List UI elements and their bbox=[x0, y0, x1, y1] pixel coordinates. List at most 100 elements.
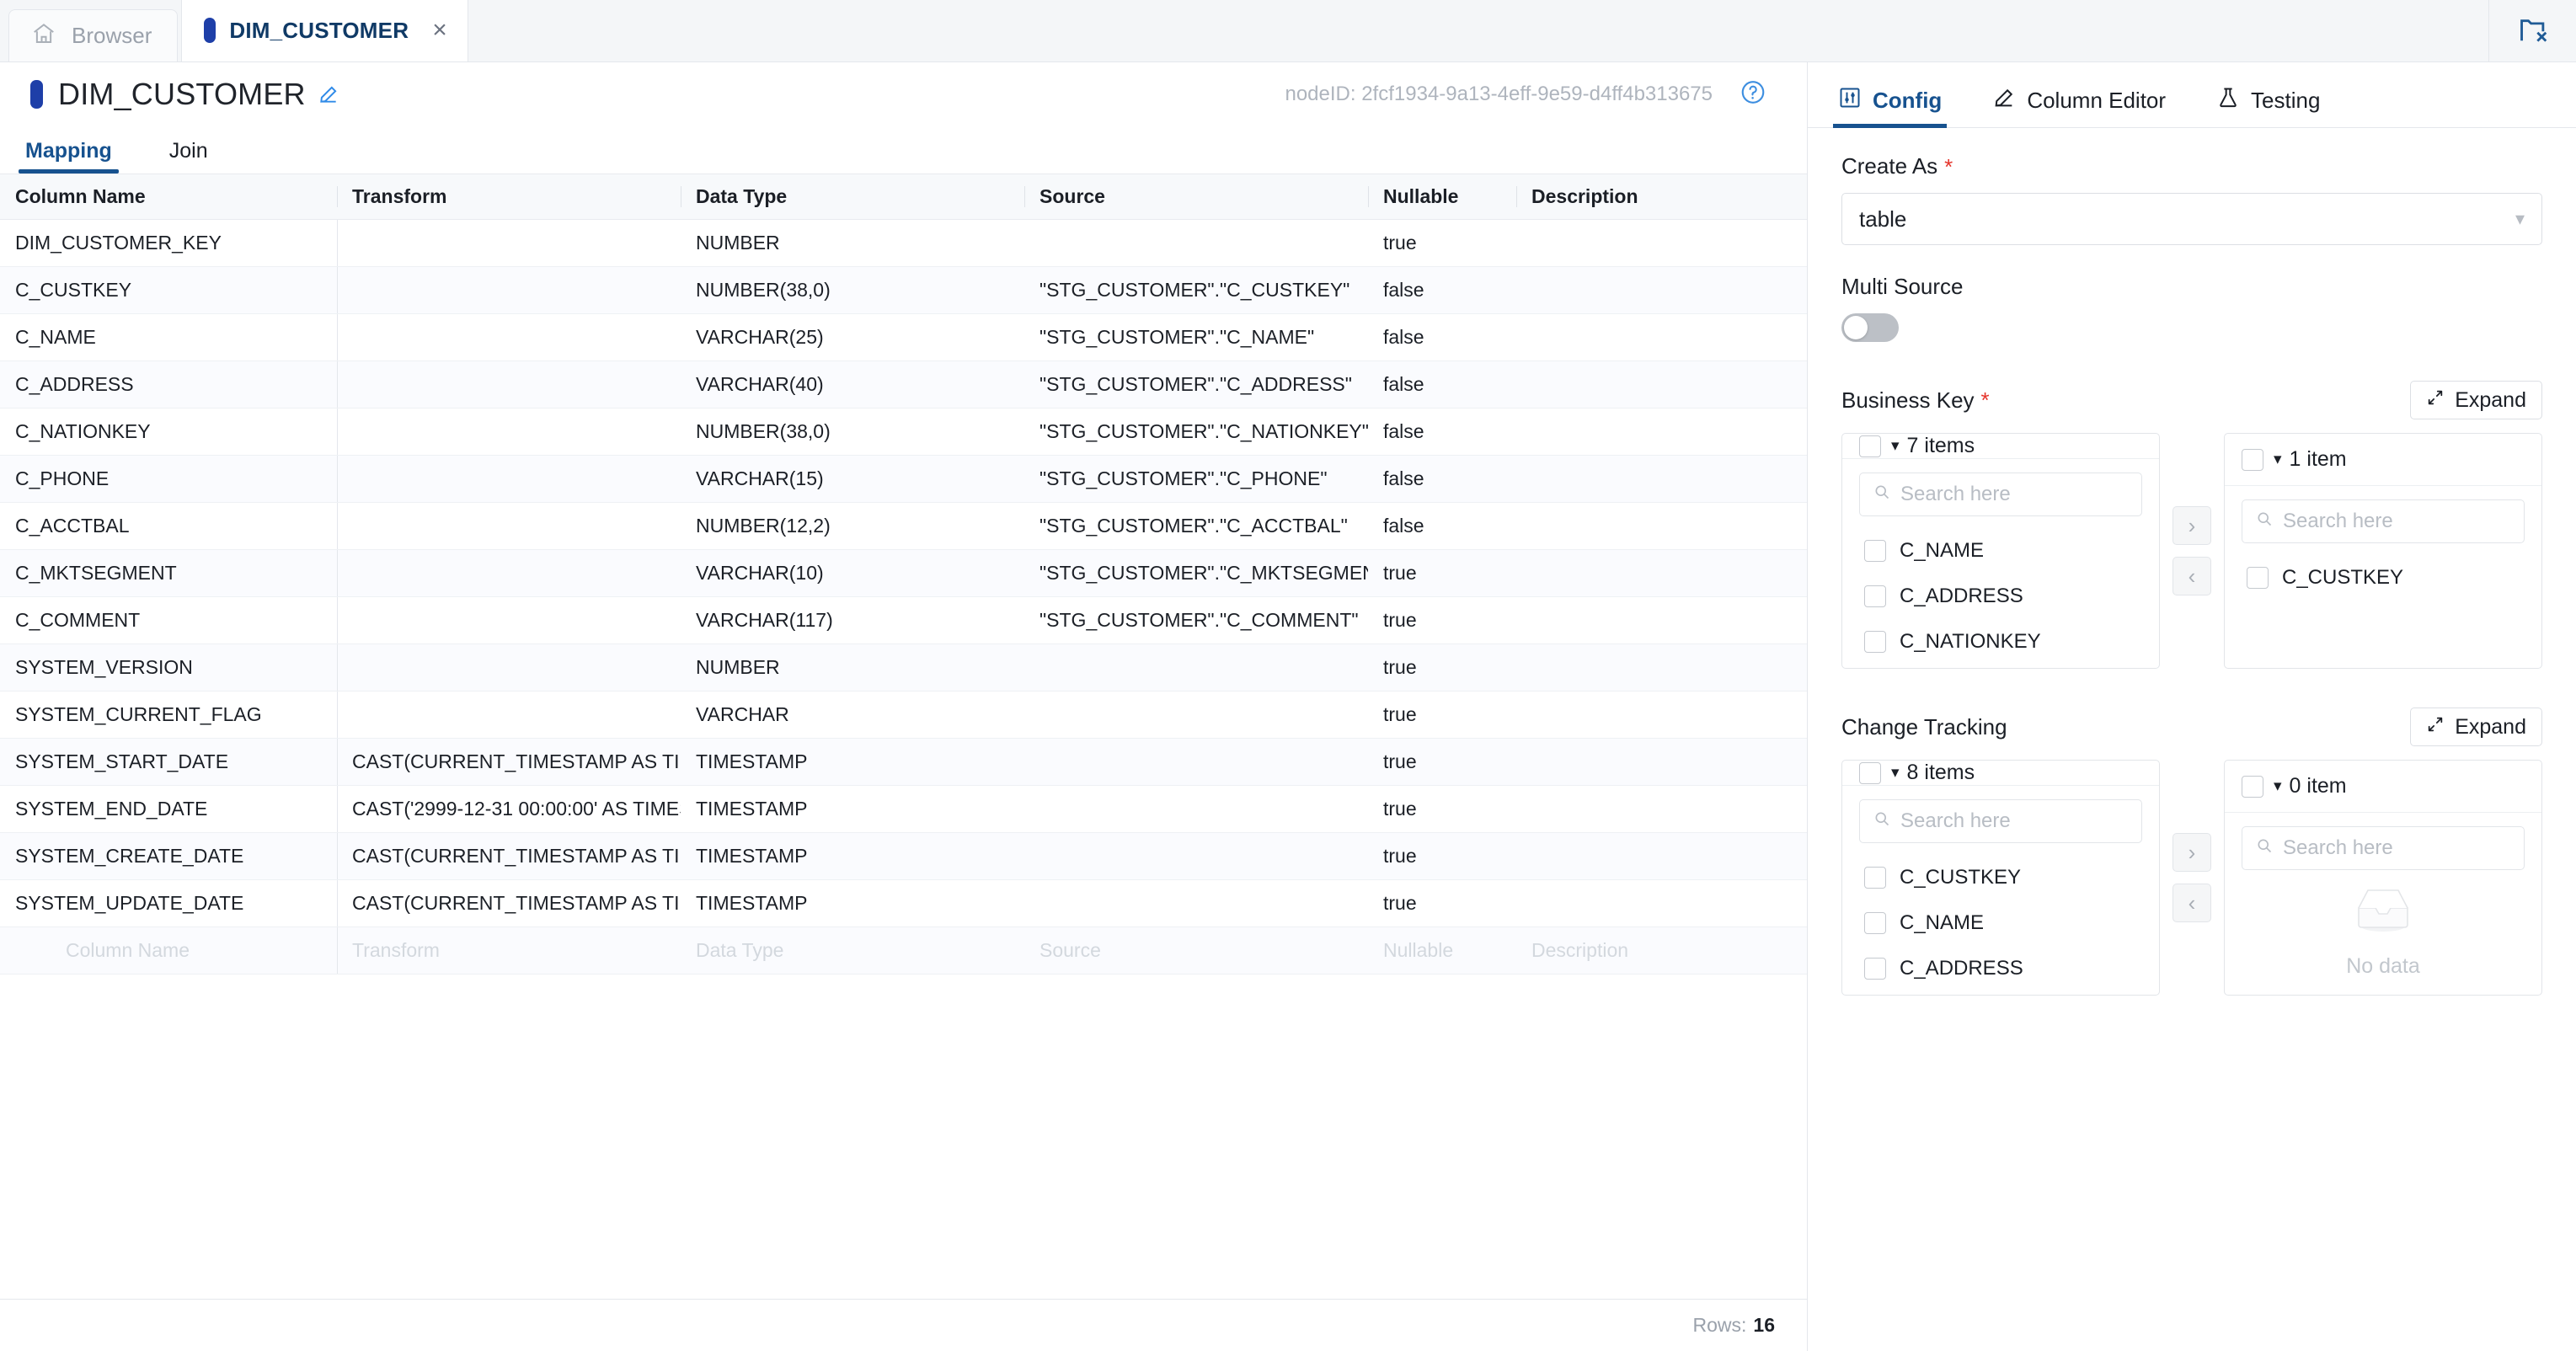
tab-column-editor[interactable]: Column Editor bbox=[1987, 86, 2171, 127]
cell-description[interactable] bbox=[1516, 455, 1807, 503]
cell-nullable[interactable]: true bbox=[1368, 219, 1516, 267]
table-row[interactable]: SYSTEM_UPDATE_DATE CAST(CURRENT_TIMESTAMP… bbox=[0, 879, 1807, 927]
placeholder-cell-description[interactable]: Description bbox=[1516, 926, 1807, 975]
table-row[interactable]: C_PHONE VARCHAR(15) "STG_CUSTOMER"."C_PHON… bbox=[0, 455, 1807, 503]
cell-transform[interactable] bbox=[337, 219, 681, 267]
cell-source[interactable]: "STG_CUSTOMER"."C_PHONE" bbox=[1024, 455, 1368, 503]
cell-source[interactable] bbox=[1024, 832, 1368, 880]
cell-nullable[interactable]: true bbox=[1368, 549, 1516, 597]
cell-transform[interactable] bbox=[337, 455, 681, 503]
placeholder-cell-source[interactable]: Source bbox=[1024, 926, 1368, 975]
cell-source[interactable] bbox=[1024, 219, 1368, 267]
select-all-checkbox[interactable] bbox=[1859, 435, 1881, 457]
cell-transform[interactable]: CAST(CURRENT_TIMESTAMP AS TIMESTA bbox=[337, 832, 681, 880]
table-row[interactable]: SYSTEM_END_DATE CAST('2999-12-31 00:00:00… bbox=[0, 785, 1807, 833]
cell-data-type[interactable]: NUMBER bbox=[681, 643, 1024, 692]
cell-description[interactable] bbox=[1516, 785, 1807, 833]
placeholder-cell-nullable[interactable]: Nullable bbox=[1368, 926, 1516, 975]
select-all-checkbox[interactable] bbox=[1859, 761, 1881, 784]
cell-source[interactable]: "STG_CUSTOMER"."C_CUSTKEY" bbox=[1024, 266, 1368, 314]
placeholder-cell-column-name[interactable]: Column Name bbox=[0, 926, 337, 975]
cell-data-type[interactable]: VARCHAR(117) bbox=[681, 596, 1024, 644]
list-item[interactable]: C_ADDRESS bbox=[1859, 946, 2142, 991]
tab-join[interactable]: Join bbox=[163, 139, 215, 174]
pencil-icon[interactable] bbox=[318, 83, 339, 105]
cell-source[interactable]: "STG_CUSTOMER"."C_ADDRESS" bbox=[1024, 360, 1368, 409]
cell-nullable[interactable]: true bbox=[1368, 832, 1516, 880]
cell-transform[interactable] bbox=[337, 266, 681, 314]
cell-column-name[interactable]: C_ADDRESS bbox=[0, 360, 337, 409]
list-item[interactable]: C_NAME bbox=[1859, 528, 2142, 574]
close-tab-icon[interactable]: × bbox=[432, 18, 447, 43]
cell-transform[interactable]: CAST(CURRENT_TIMESTAMP AS TIMESTA bbox=[337, 738, 681, 786]
cell-nullable[interactable]: true bbox=[1368, 691, 1516, 739]
cell-data-type[interactable]: TIMESTAMP bbox=[681, 738, 1024, 786]
cell-column-name[interactable]: C_COMMENT bbox=[0, 596, 337, 644]
cell-column-name[interactable]: DIM_CUSTOMER_KEY bbox=[0, 219, 337, 267]
question-circle-icon[interactable] bbox=[1740, 79, 1766, 110]
select-all-checkbox[interactable] bbox=[2242, 448, 2263, 471]
cell-column-name[interactable]: SYSTEM_CURRENT_FLAG bbox=[0, 691, 337, 739]
cell-data-type[interactable]: VARCHAR bbox=[681, 691, 1024, 739]
cell-description[interactable] bbox=[1516, 643, 1807, 692]
cell-nullable[interactable]: true bbox=[1368, 785, 1516, 833]
cell-column-name[interactable]: SYSTEM_VERSION bbox=[0, 643, 337, 692]
list-item-checkbox[interactable] bbox=[1864, 958, 1886, 980]
cell-transform[interactable] bbox=[337, 596, 681, 644]
move-left-button[interactable]: ‹ bbox=[2172, 884, 2211, 922]
cell-column-name[interactable]: SYSTEM_START_DATE bbox=[0, 738, 337, 786]
cell-nullable[interactable]: false bbox=[1368, 266, 1516, 314]
cell-transform[interactable] bbox=[337, 643, 681, 692]
cell-source[interactable]: "STG_CUSTOMER"."C_NAME" bbox=[1024, 313, 1368, 361]
table-new-row-placeholder[interactable]: Column Name Transform Data Type Source Nulla… bbox=[0, 926, 1807, 975]
table-row[interactable]: SYSTEM_VERSION NUMBER true bbox=[0, 643, 1807, 692]
cell-transform[interactable] bbox=[337, 549, 681, 597]
tab-config[interactable]: Config bbox=[1833, 86, 1948, 128]
browser-tab[interactable]: Browser bbox=[8, 9, 179, 61]
cell-data-type[interactable]: TIMESTAMP bbox=[681, 879, 1024, 927]
cell-nullable[interactable]: true bbox=[1368, 879, 1516, 927]
cell-data-type[interactable]: VARCHAR(25) bbox=[681, 313, 1024, 361]
cell-description[interactable] bbox=[1516, 832, 1807, 880]
list-item[interactable]: C_NATIONKEY bbox=[1859, 619, 2142, 665]
cell-transform[interactable]: CAST(CURRENT_TIMESTAMP AS TIMESTA bbox=[337, 879, 681, 927]
table-row[interactable]: C_MKTSEGMENT VARCHAR(10) "STG_CUSTOMER"."C… bbox=[0, 549, 1807, 597]
cell-source[interactable] bbox=[1024, 738, 1368, 786]
cell-column-name[interactable]: C_MKTSEGMENT bbox=[0, 549, 337, 597]
cell-column-name[interactable]: C_CUSTKEY bbox=[0, 266, 337, 314]
cell-nullable[interactable]: true bbox=[1368, 596, 1516, 644]
change-tracking-available-count[interactable]: ▾ 8 items bbox=[1891, 761, 1975, 785]
business-key-expand-button[interactable]: Expand bbox=[2410, 381, 2542, 419]
cell-nullable[interactable]: false bbox=[1368, 360, 1516, 409]
cell-description[interactable] bbox=[1516, 266, 1807, 314]
business-key-available-search[interactable]: Search here bbox=[1859, 473, 2142, 516]
cell-description[interactable] bbox=[1516, 691, 1807, 739]
cell-column-name[interactable]: C_PHONE bbox=[0, 455, 337, 503]
cell-transform[interactable] bbox=[337, 360, 681, 409]
cell-nullable[interactable]: false bbox=[1368, 313, 1516, 361]
column-header-transform[interactable]: Transform bbox=[337, 174, 681, 220]
cell-transform[interactable] bbox=[337, 691, 681, 739]
cell-source[interactable] bbox=[1024, 643, 1368, 692]
cell-description[interactable] bbox=[1516, 738, 1807, 786]
table-row[interactable]: SYSTEM_CURRENT_FLAG VARCHAR true bbox=[0, 691, 1807, 739]
cell-transform[interactable] bbox=[337, 313, 681, 361]
placeholder-cell-data-type[interactable]: Data Type bbox=[681, 926, 1024, 975]
move-right-button[interactable]: › bbox=[2172, 833, 2211, 872]
cell-source[interactable]: "STG_CUSTOMER"."C_MKTSEGMENT" bbox=[1024, 549, 1368, 597]
placeholder-cell-transform[interactable]: Transform bbox=[337, 926, 681, 975]
cell-data-type[interactable]: VARCHAR(40) bbox=[681, 360, 1024, 409]
cell-column-name[interactable]: SYSTEM_CREATE_DATE bbox=[0, 832, 337, 880]
move-left-button[interactable]: ‹ bbox=[2172, 557, 2211, 595]
cell-column-name[interactable]: C_ACCTBAL bbox=[0, 502, 337, 550]
table-row[interactable]: C_COMMENT VARCHAR(117) "STG_CUSTOMER"."C_C… bbox=[0, 596, 1807, 644]
list-item-checkbox[interactable] bbox=[2247, 567, 2269, 589]
column-header-source[interactable]: Source bbox=[1024, 174, 1368, 220]
close-all-tabs-button[interactable] bbox=[2488, 0, 2576, 62]
create-as-select[interactable]: table ▾ bbox=[1841, 193, 2542, 245]
table-row[interactable]: C_CUSTKEY NUMBER(38,0) "STG_CUSTOMER"."C_C… bbox=[0, 266, 1807, 314]
cell-transform[interactable] bbox=[337, 502, 681, 550]
list-item[interactable]: C_CUSTKEY bbox=[2242, 555, 2525, 601]
list-item-checkbox[interactable] bbox=[1864, 867, 1886, 889]
cell-description[interactable] bbox=[1516, 360, 1807, 409]
